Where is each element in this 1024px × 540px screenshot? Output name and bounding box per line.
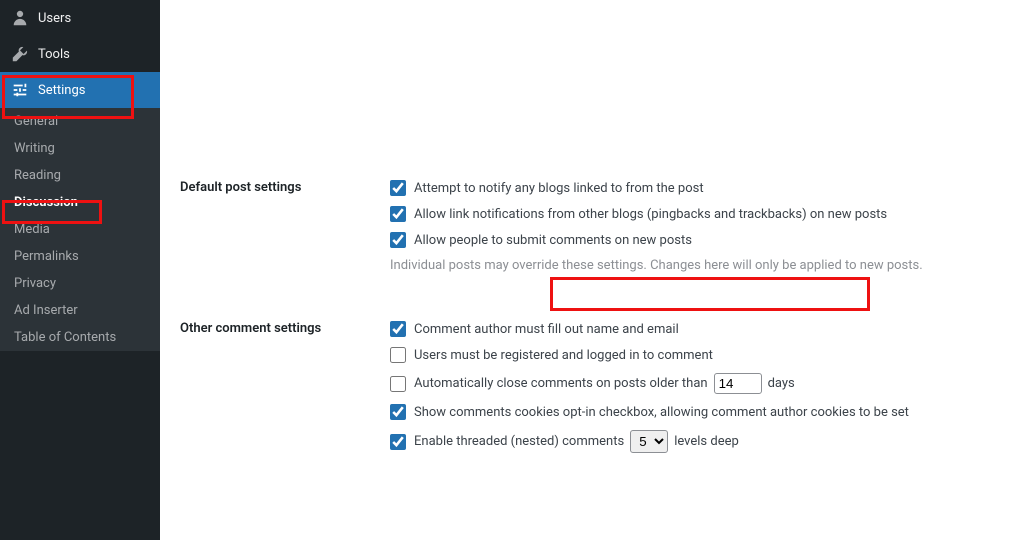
sidebar-item-settings[interactable]: Settings xyxy=(0,72,160,108)
opt-label: Comment author must fill out name and em… xyxy=(414,322,679,337)
opt-label-post: days xyxy=(768,376,795,391)
opt-threaded[interactable]: Enable threaded (nested) comments 5 leve… xyxy=(390,430,1004,453)
sidebar-sub-ad-inserter[interactable]: Ad Inserter xyxy=(0,297,160,324)
checkbox-notify[interactable] xyxy=(390,180,406,196)
checkbox-name-email[interactable] xyxy=(390,321,406,337)
section-body: Attempt to notify any blogs linked to fr… xyxy=(390,180,1004,281)
sidebar-sub-reading[interactable]: Reading xyxy=(0,162,160,189)
sidebar-item-users[interactable]: Users xyxy=(0,0,160,36)
sidebar-sub-writing[interactable]: Writing xyxy=(0,135,160,162)
settings-submenu: General Writing Reading Discussion Media… xyxy=(0,108,160,351)
checkbox-cookies[interactable] xyxy=(390,404,406,420)
opt-autoclose[interactable]: Automatically close comments on posts ol… xyxy=(390,373,1004,394)
sidebar-sub-discussion[interactable]: Discussion xyxy=(0,189,160,216)
user-icon xyxy=(10,8,30,28)
opt-label-pre: Automatically close comments on posts ol… xyxy=(414,376,708,391)
sliders-icon xyxy=(10,80,30,100)
section-default-post-settings: Default post settings Attempt to notify … xyxy=(160,170,1024,291)
sidebar-item-label: Settings xyxy=(38,83,85,98)
sidebar-sub-toc[interactable]: Table of Contents xyxy=(0,324,160,351)
sidebar-sub-privacy[interactable]: Privacy xyxy=(0,270,160,297)
sidebar-sub-media[interactable]: Media xyxy=(0,216,160,243)
opt-label-pre: Enable threaded (nested) comments xyxy=(414,434,624,449)
section-heading: Default post settings xyxy=(180,180,390,281)
section-heading: Other comment settings xyxy=(180,321,390,463)
threaded-levels-select[interactable]: 5 xyxy=(630,430,668,453)
opt-label-post: levels deep xyxy=(674,434,739,449)
checkbox-registered[interactable] xyxy=(390,347,406,363)
section-body: Comment author must fill out name and em… xyxy=(390,321,1004,463)
sidebar-sub-permalinks[interactable]: Permalinks xyxy=(0,243,160,270)
section-other-comment-settings: Other comment settings Comment author mu… xyxy=(160,311,1024,473)
opt-name-email[interactable]: Comment author must fill out name and em… xyxy=(390,321,1004,337)
content-area: Default post settings Attempt to notify … xyxy=(160,0,1024,540)
opt-label: Users must be registered and logged in t… xyxy=(414,348,713,363)
checkbox-autoclose[interactable] xyxy=(390,376,406,392)
sidebar-item-label: Tools xyxy=(38,47,70,62)
sidebar-item-tools[interactable]: Tools xyxy=(0,36,160,72)
opt-cookies[interactable]: Show comments cookies opt-in checkbox, a… xyxy=(390,404,1004,420)
opt-allow-comments[interactable]: Allow people to submit comments on new p… xyxy=(390,232,1004,248)
opt-label: Allow people to submit comments on new p… xyxy=(414,233,692,248)
opt-registered[interactable]: Users must be registered and logged in t… xyxy=(390,347,1004,363)
sidebar-sub-general[interactable]: General xyxy=(0,108,160,135)
autoclose-days-input[interactable] xyxy=(714,373,762,394)
admin-sidebar: Users Tools Settings General Writing Rea… xyxy=(0,0,160,540)
opt-label: Allow link notifications from other blog… xyxy=(414,207,887,222)
checkbox-pingback[interactable] xyxy=(390,206,406,222)
wrench-icon xyxy=(10,44,30,64)
opt-label: Attempt to notify any blogs linked to fr… xyxy=(414,181,704,196)
checkbox-allow-comments[interactable] xyxy=(390,232,406,248)
opt-notify[interactable]: Attempt to notify any blogs linked to fr… xyxy=(390,180,1004,196)
checkbox-threaded[interactable] xyxy=(390,434,406,450)
opt-pingback[interactable]: Allow link notifications from other blog… xyxy=(390,206,1004,222)
default-post-note: Individual posts may override these sett… xyxy=(390,258,1004,273)
opt-label: Show comments cookies opt-in checkbox, a… xyxy=(414,405,909,420)
sidebar-item-label: Users xyxy=(38,11,71,26)
